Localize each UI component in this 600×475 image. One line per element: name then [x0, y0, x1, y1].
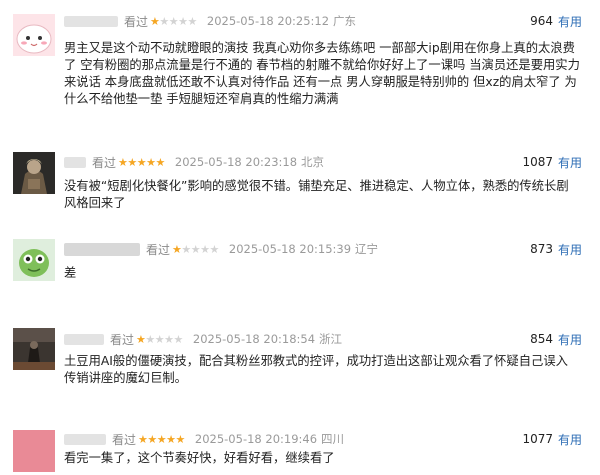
star-icon: ★: [172, 242, 182, 256]
review-time: 2025-05-18 20:23:18: [174, 155, 298, 169]
review-location: 北京: [301, 155, 325, 169]
username-redacted[interactable]: [64, 333, 104, 345]
star-icon: ★: [159, 14, 169, 28]
useful-count: 1087: [522, 155, 553, 169]
star-icon: ★: [187, 14, 198, 28]
review-location: 四川: [321, 432, 345, 446]
star-icon: ★: [155, 155, 166, 169]
star-icon: ★: [173, 332, 184, 346]
armored-character-avatar[interactable]: [13, 152, 55, 194]
star-icon: ★: [118, 155, 128, 169]
useful-button[interactable]: 有用: [558, 431, 582, 448]
star-icon: ★: [178, 14, 188, 28]
username-redacted[interactable]: [64, 15, 118, 27]
rating-stars: ★ ★ ★ ★ ★: [150, 15, 197, 28]
review-content: 男主又是这个动不动就瞪眼的演技 我真心劝你多去练练吧 一部部大ip剧用在你身上真…: [64, 41, 580, 106]
review-time: 2025-05-18 20:19:46: [194, 432, 318, 446]
star-icon: ★: [166, 432, 176, 446]
review-item: 看过 ★ ★ ★ ★ ★ 2025-05-18 20:19:46 四川 1077 有用 …: [0, 420, 600, 475]
star-icon: ★: [146, 155, 156, 169]
star-icon: ★: [164, 332, 174, 346]
review-location: 辽宁: [355, 242, 379, 256]
username-redacted[interactable]: [64, 433, 106, 445]
cartoon-blob-avatar[interactable]: [13, 14, 55, 56]
review-time: 2025-05-18 20:15:39: [228, 242, 352, 256]
rating-stars: ★ ★ ★ ★ ★: [172, 243, 219, 256]
watched-label: 看过: [124, 14, 149, 29]
rating-stars: ★ ★ ★ ★ ★: [118, 156, 165, 169]
star-icon: ★: [145, 332, 155, 346]
star-icon: ★: [154, 332, 165, 346]
green-cartoon-avatar[interactable]: [13, 239, 55, 281]
username-redacted[interactable]: [64, 242, 140, 256]
star-icon: ★: [181, 242, 191, 256]
useful-button[interactable]: 有用: [558, 241, 582, 258]
star-icon: ★: [156, 432, 167, 446]
useful-button[interactable]: 有用: [558, 13, 582, 30]
review-item: 看过 ★ ★ ★ ★ ★ 2025-05-18 20:23:18 北京 1087 有用 …: [0, 140, 600, 220]
review-item: 看过 ★ ★ ★ ★ ★ 2025-05-18 20:18:54 浙江 854 有用 土…: [0, 318, 600, 408]
star-icon: ★: [200, 242, 210, 256]
useful-count: 854: [530, 332, 553, 346]
watched-label: 看过: [112, 432, 137, 447]
watched-label: 看过: [92, 155, 117, 170]
review-content: 没有被“短剧化快餐化”影响的感觉很不错。铺垫充足、推进稳定、人物立体，熟悉的传统…: [64, 179, 569, 210]
star-icon: ★: [138, 432, 148, 446]
review-location: 广东: [333, 14, 357, 28]
review-location: 浙江: [319, 332, 343, 346]
useful-count: 1077: [522, 432, 553, 446]
review-content: 土豆用AI般的僵硬演技，配合其粉丝邪教式的控评，成功打造出这部让观众看了怀疑自己…: [64, 354, 568, 385]
review-time: 2025-05-18 20:25:12: [206, 14, 330, 28]
review-item: 看过 ★ ★ ★ ★ ★ 2025-05-18 20:15:39 辽宁 873 有用 差: [0, 228, 600, 298]
review-content: 差: [64, 266, 77, 280]
useful-count: 873: [530, 242, 553, 256]
star-icon: ★: [168, 14, 179, 28]
useful-button[interactable]: 有用: [558, 331, 582, 348]
star-icon: ★: [209, 242, 220, 256]
star-icon: ★: [150, 14, 160, 28]
useful-count: 964: [530, 14, 553, 28]
rating-stars: ★ ★ ★ ★ ★: [138, 433, 185, 446]
star-icon: ★: [147, 432, 157, 446]
review-time: 2025-05-18 20:18:54: [192, 332, 316, 346]
star-icon: ★: [127, 155, 137, 169]
watched-label: 看过: [110, 332, 135, 347]
star-icon: ★: [136, 332, 146, 346]
star-icon: ★: [190, 242, 201, 256]
pink-square-avatar[interactable]: [13, 430, 55, 472]
watched-label: 看过: [146, 242, 171, 257]
dark-figure-avatar[interactable]: [13, 328, 55, 370]
star-icon: ★: [175, 432, 186, 446]
useful-button[interactable]: 有用: [558, 154, 582, 171]
review-item: 看过 ★ ★ ★ ★ ★ 2025-05-18 20:25:12 广东 964 有用 男…: [0, 0, 600, 115]
username-redacted[interactable]: [64, 156, 86, 168]
rating-stars: ★ ★ ★ ★ ★: [136, 333, 183, 346]
star-icon: ★: [136, 155, 147, 169]
review-content: 看完一集了，这个节奏好快，好看好看，继续看了: [64, 451, 335, 465]
